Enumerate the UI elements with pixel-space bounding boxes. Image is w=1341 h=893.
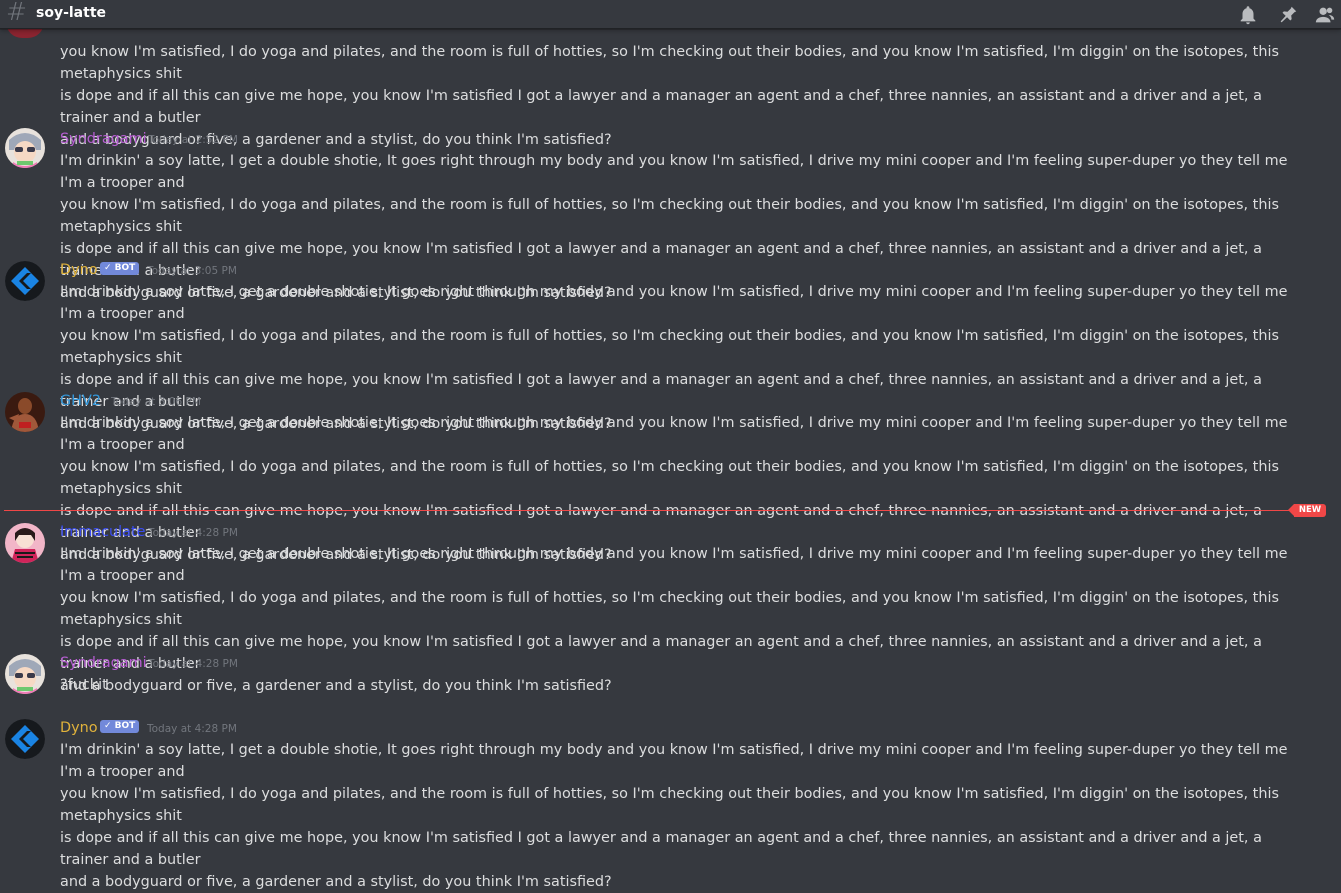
- username[interactable]: Syndragami: [60, 655, 147, 671]
- bell-icon[interactable]: [1237, 4, 1259, 26]
- username[interactable]: Dyno: [60, 720, 98, 736]
- avatar[interactable]: [5, 392, 45, 432]
- new-badge: NEW: [1288, 504, 1326, 517]
- pin-icon[interactable]: [1277, 4, 1299, 26]
- username[interactable]: Immaculate: [60, 524, 145, 540]
- avatar[interactable]: [5, 719, 45, 759]
- members-icon[interactable]: [1314, 4, 1336, 26]
- timestamp: Today at 3:05 PM: [147, 265, 237, 277]
- message-content: I'm drinkin' a soy latte, I get a double…: [60, 742, 1288, 890]
- channel-header: # soy-latte: [0, 0, 1341, 29]
- timestamp: Today at 4:28 PM: [148, 658, 238, 670]
- username[interactable]: Syndragami: [60, 131, 147, 147]
- avatar[interactable]: [5, 654, 45, 694]
- avatar[interactable]: [5, 523, 45, 563]
- username[interactable]: GHV2: [60, 393, 101, 409]
- username[interactable]: Dyno: [60, 262, 98, 278]
- bot-badge: ✓ BOT: [100, 720, 140, 733]
- timestamp: Today at 4:28 PM: [148, 527, 238, 539]
- message-content: you know I'm satisfied, I do yoga and pi…: [60, 44, 1279, 148]
- timestamp: Today at 2:52 PM: [148, 134, 238, 146]
- channel-name: soy-latte: [36, 5, 107, 21]
- avatar[interactable]: [5, 261, 45, 301]
- bot-badge: ✓ BOT: [100, 262, 140, 275]
- message-content: ?fuckit: [60, 677, 108, 693]
- avatar[interactable]: [5, 128, 45, 168]
- timestamp: Today at 4:28 PM: [147, 723, 237, 735]
- timestamp: Today at 3:06 PM: [111, 396, 201, 408]
- new-messages-divider: [4, 510, 1294, 511]
- channel-hash-icon: #: [6, 0, 27, 26]
